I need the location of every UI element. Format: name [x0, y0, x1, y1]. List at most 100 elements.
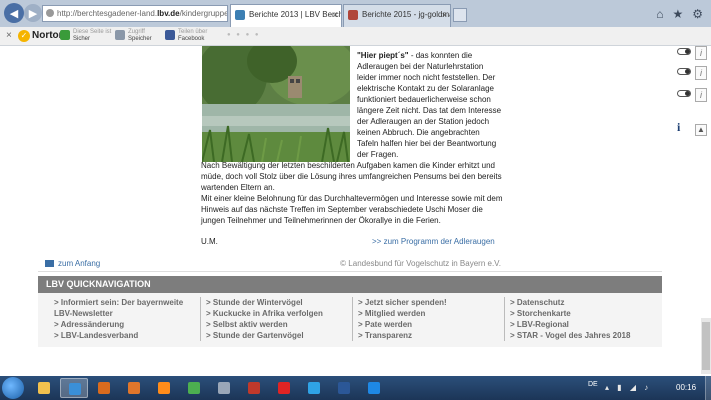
page-icon — [46, 9, 54, 17]
chrome-icon — [188, 382, 200, 394]
forward-icon[interactable]: ▶ — [24, 4, 42, 22]
quicknav-link-wintervoegel[interactable]: > Stunde der Wintervögel — [206, 297, 323, 308]
taskbar-app-firefox[interactable] — [120, 378, 148, 398]
taskbar-app-chrome[interactable] — [180, 378, 208, 398]
calculator-icon — [218, 382, 230, 394]
star-icon[interactable]: ★ — [672, 7, 683, 21]
program-link[interactable]: >> zum Programm der Adleraugen — [372, 237, 495, 246]
taskbar-app-ie[interactable] — [60, 378, 88, 398]
firefox-icon — [128, 382, 140, 394]
taskbar-app-music[interactable] — [150, 378, 178, 398]
taskbar-app-word[interactable] — [330, 378, 358, 398]
quicknav-link-storchenkarte[interactable]: > Storchenkarte — [510, 308, 630, 319]
article-text-column: "Hier piept´s" - das konnten die Adlerau… — [357, 50, 502, 160]
quicknav-link-address-change[interactable]: > Adressänderung — [54, 319, 183, 330]
new-tab-button[interactable] — [453, 8, 467, 22]
quicknav-title: LBV QUICKNAVIGATION — [38, 276, 662, 293]
article-photo — [202, 46, 350, 162]
quicknav-column-1: > Informiert sein: Der bayernweite LBV-N… — [54, 297, 183, 341]
browser-titlebar: ◀ ▶ http://berchtesgadener-land.lbv.de/k… — [0, 0, 711, 27]
italic-icon[interactable]: i — [695, 66, 707, 80]
taskbar-app-media[interactable] — [90, 378, 118, 398]
show-desktop-button[interactable] — [705, 376, 711, 400]
copyright-text: © Landesbund für Vogelschutz in Bayern e… — [340, 259, 501, 268]
internet-explorer-icon — [368, 382, 380, 394]
address-path: /kindergruppe-adl — [179, 9, 227, 18]
vault-icon — [115, 30, 125, 40]
italic-icon[interactable]: i — [695, 88, 707, 102]
arrow-up-icon — [45, 260, 54, 267]
clock[interactable]: 00:16 — [676, 383, 696, 392]
quicknav-link-star[interactable]: > STAR - Vogel des Jahres 2018 — [510, 330, 630, 341]
taskbar-app-explorer[interactable] — [30, 378, 58, 398]
toggle-switch[interactable] — [677, 68, 691, 75]
page-content: "Hier piept´s" - das konnten die Adlerau… — [0, 46, 711, 376]
windows-start-icon[interactable] — [2, 377, 24, 399]
norton-logo[interactable]: ✓ Norton — [18, 30, 65, 42]
article-lead-text: - das konnten die Adleraugen bei der Nat… — [357, 51, 502, 159]
facebook-icon — [165, 30, 175, 40]
scrollbar-thumb[interactable] — [702, 322, 710, 370]
toolbar-vault[interactable]: Zugriff Speicher — [115, 29, 152, 43]
article-paragraph-3: Mit einer kleine Belohnung für das Durch… — [201, 194, 503, 225]
music-icon — [158, 382, 170, 394]
article-paragraph-2: Nach Bewältigung der letzten beschildert… — [201, 161, 502, 192]
toolbar-overflow-icon[interactable]: ● ● ● ● — [227, 32, 261, 38]
taskbar-app-youtube[interactable] — [270, 378, 298, 398]
quicknav-link-kuckucke[interactable]: > Kuckucke in Afrika verfolgen — [206, 308, 323, 319]
tab-berichte-2015[interactable]: Berichte 2015 - jg-goldmanns ... × — [343, 4, 451, 27]
media-player-icon — [98, 382, 110, 394]
info-icon[interactable]: i — [677, 120, 680, 135]
arrow-up-icon[interactable]: ▲ — [695, 124, 707, 136]
taskbar-app-skype[interactable] — [300, 378, 328, 398]
pond-photo-image — [202, 46, 350, 162]
tab-label: Berichte 2015 - jg-goldmanns ... — [362, 10, 450, 19]
close-icon[interactable]: × — [442, 5, 447, 25]
gear-icon[interactable]: ⚙ — [692, 7, 703, 21]
back-to-top-link[interactable]: zum Anfang — [45, 259, 100, 268]
close-icon[interactable]: × — [6, 30, 12, 41]
quicknav-link-transparenz[interactable]: > Transparenz — [358, 330, 447, 341]
toolbar-facebook-share[interactable]: Teilen über Facebook — [165, 29, 207, 43]
skype-icon — [308, 382, 320, 394]
taskbar-app-ie2[interactable] — [360, 378, 388, 398]
taskbar-app-news[interactable] — [240, 378, 268, 398]
address-bar[interactable]: http://berchtesgadener-land.lbv.de/kinde… — [42, 5, 228, 22]
quicknav-panel: > Informiert sein: Der bayernweite LBV-N… — [38, 293, 662, 347]
quicknav-link-regional[interactable]: > LBV-Regional — [510, 319, 630, 330]
tab-berichte-2013[interactable]: Berichte 2013 | LBV Berchtes... × — [230, 4, 342, 27]
lbv-favicon-icon — [235, 10, 245, 20]
taskbar-app-calc[interactable] — [210, 378, 238, 398]
toggle-switch[interactable] — [677, 48, 691, 55]
quicknav-link-pate[interactable]: > Pate werden — [358, 319, 447, 330]
close-icon[interactable]: × — [333, 5, 338, 25]
home-icon[interactable]: ⌂ — [656, 7, 663, 21]
news-icon — [248, 382, 260, 394]
quicknav-link-spenden[interactable]: > Jetzt sicher spenden! — [358, 297, 447, 308]
article-lead-title: "Hier piept´s" — [357, 51, 409, 60]
toggle-switch[interactable] — [677, 90, 691, 97]
italic-icon[interactable]: i — [695, 46, 707, 60]
quicknav-column-3: > Jetzt sicher spenden! > Mitglied werde… — [352, 297, 447, 341]
quicknav-link-landesverband[interactable]: > LBV-Landesverband — [54, 330, 183, 341]
checkmark-icon: ✓ — [18, 30, 30, 42]
quicknav-link-newsletter[interactable]: > Informiert sein: Der bayernweite — [54, 297, 183, 308]
language-indicator[interactable]: DE — [588, 381, 598, 388]
quicknav-link-datenschutz[interactable]: > Datenschutz — [510, 297, 630, 308]
toolbar-safe-site[interactable]: Diese Seite ist Sicher — [60, 29, 111, 43]
tab-label: Berichte 2013 | LBV Berchtes... — [249, 10, 342, 19]
folder-icon — [38, 382, 50, 394]
system-tray-icons[interactable]: ▴ ▮ ◢ ♪ — [605, 383, 651, 392]
back-icon[interactable]: ◀ — [4, 3, 24, 23]
quicknav-column-2: > Stunde der Wintervögel > Kuckucke in A… — [200, 297, 323, 341]
address-host: berchtesgadener-land. — [77, 9, 158, 18]
shield-check-icon — [60, 30, 70, 40]
internet-explorer-icon — [69, 383, 81, 395]
quicknav-link-mitglied[interactable]: > Mitglied werden — [358, 308, 447, 319]
word-icon — [338, 382, 350, 394]
quicknav-link-aktiv-werden[interactable]: > Selbst aktiv werden — [206, 319, 323, 330]
address-host-bold: lbv.de — [157, 9, 180, 18]
quicknav-link-gartenvoegel[interactable]: > Stunde der Gartenvögel — [206, 330, 323, 341]
youtube-icon — [278, 382, 290, 394]
quicknav-link-newsletter-cont[interactable]: LBV-Newsletter — [54, 308, 183, 319]
